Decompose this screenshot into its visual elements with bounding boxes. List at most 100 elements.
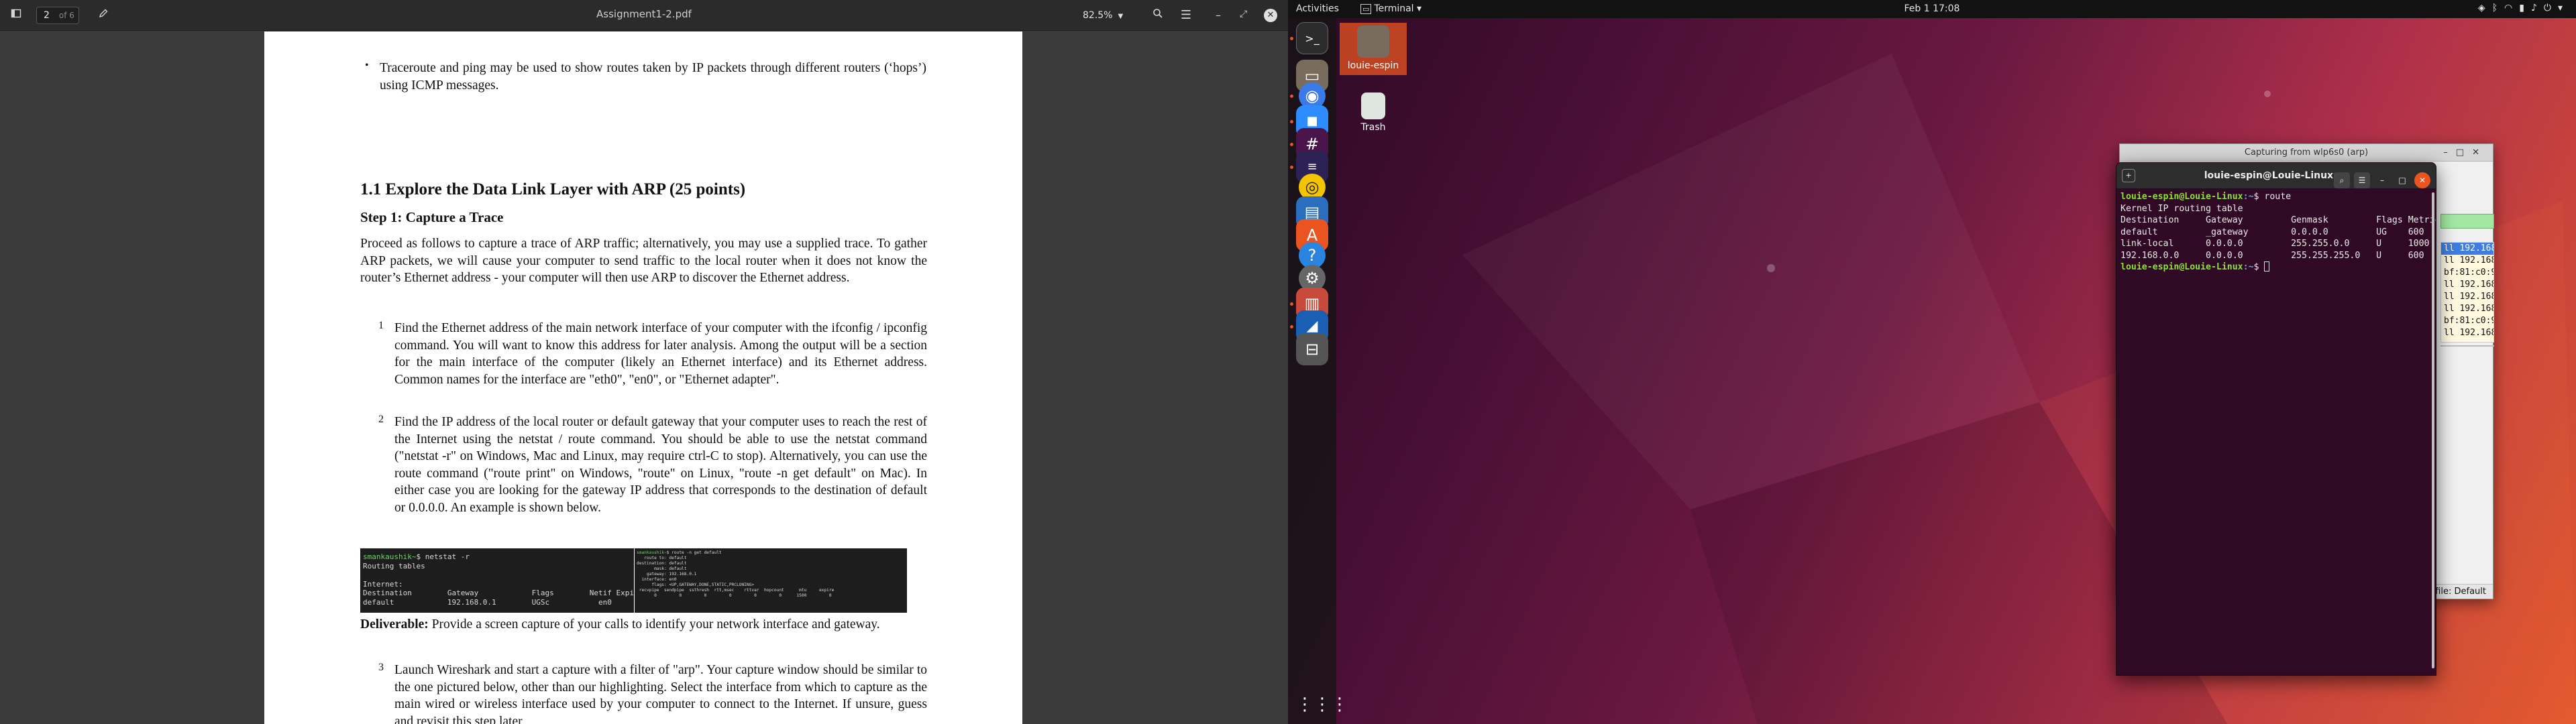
shot-prompt: smankaushik~	[637, 550, 667, 555]
display-filter-bar[interactable]	[2440, 214, 2494, 229]
deliverable-text: Provide a screen capture of your calls t…	[431, 617, 880, 631]
shot-line: destination: default	[637, 561, 687, 566]
pane-divider[interactable]	[2440, 345, 2494, 347]
show-apps-grid-icon[interactable]: ⋮⋮⋮	[1296, 688, 1348, 721]
packet-row[interactable]: ll 192.168.0.10	[2441, 243, 2493, 255]
running-indicator	[1290, 166, 1293, 169]
zoom-level: 82.5%	[1083, 10, 1113, 21]
menu-icon[interactable]: ☰	[1177, 6, 1195, 25]
list-item-1-text: Find the Ethernet address of the main ne…	[394, 321, 927, 387]
clock[interactable]: Feb 1 17:08	[1288, 3, 2576, 14]
volume-icon: ♪	[2530, 3, 2544, 13]
output-line: Destination Gateway Genmask Flags Metric…	[2121, 215, 2436, 225]
close-icon[interactable]: ✕	[2472, 147, 2487, 158]
packet-row[interactable]: bf:81:c0:9f	[2441, 267, 2493, 279]
bullet-icon: •	[365, 60, 369, 71]
prompt-path: :~	[2243, 192, 2254, 202]
shot-line: default 192.168.0.1 UGSc en0	[363, 597, 612, 607]
dock: >_ ▭ ◉ ■ # ≡ ◎ ▤ A ? ⚙ ▥ ◢ ⊟ ⋮⋮⋮	[1288, 18, 1348, 724]
packet-row[interactable]: ll 192.168.0.1	[2441, 279, 2493, 291]
deliverable-label: Deliverable:	[360, 617, 429, 631]
wireshark-titlebar: Capturing from wlp6s0 (arp) –□✕	[2120, 144, 2493, 162]
shot-line: interface: en0	[637, 577, 677, 582]
chevron-down-icon: ▾	[2557, 3, 2569, 13]
shot-line: 0 0 0 0 0 0 1500 0	[637, 593, 832, 598]
command-text: $	[2253, 262, 2265, 272]
output-line: 192.168.0.0 0.0.0.0 255.255.255.0 U 600 …	[2121, 250, 2424, 261]
shot-command: $ route -n get default	[666, 550, 722, 555]
list-item-3-text: Launch Wireshark and start a capture wit…	[394, 663, 927, 724]
bluetooth-icon: ᛒ	[2491, 3, 2505, 13]
list-item-1: 1 Find the Ethernet address of the main …	[378, 320, 927, 388]
shot-line: Internet:	[363, 579, 403, 589]
minimize-icon[interactable]: –	[2374, 172, 2390, 188]
intro-paragraph: Proceed as follows to capture a trace of…	[360, 235, 927, 287]
viewer-headerbar: 2 of 6 Assignment1-2.pdf 82.5% ▼ ☰ – ⤢ ✕	[0, 0, 1288, 31]
top-bar: Activities ▭ Terminal ▾ Feb 1 17:08 ◈ᛒ◠▮♪…	[1288, 0, 2576, 18]
command-text: $ route	[2253, 192, 2292, 202]
terminal-title: louie-espin@Louie-Linux: ~	[2204, 170, 2349, 181]
power-icon: ⏻	[2543, 3, 2558, 13]
list-number: 3	[378, 662, 384, 673]
section-title: 1.1 Explore the Data Link Layer with ARP…	[360, 180, 746, 198]
close-icon[interactable]: ✕	[1264, 9, 1277, 22]
list-item-2: 2 Find the IP address of the local route…	[378, 414, 927, 516]
output-line: Kernel IP routing table	[2121, 203, 2243, 214]
prompt-user-host: louie-espin@Louie-Linux	[2121, 262, 2243, 272]
step-title: Step 1: Capture a Trace	[360, 209, 504, 225]
restore-icon[interactable]: ⤢	[1240, 9, 1247, 19]
zoom-dropdown[interactable]: 82.5% ▼	[1083, 7, 1136, 24]
menu-icon[interactable]: ☰	[2354, 172, 2370, 188]
intro-text: Proceed as follows to capture a trace of…	[360, 237, 927, 285]
packet-row[interactable]: ll 192.168.0.7	[2441, 327, 2493, 339]
trash-icon	[1361, 93, 1385, 119]
terminal-output[interactable]: louie-espin@Louie-Linux :~$ route Kernel I…	[2116, 188, 2436, 276]
packet-row[interactable]: ll 192.168.0.29	[2441, 303, 2493, 315]
trash-desktop-icon[interactable]: Trash	[1340, 93, 1407, 133]
bullet-item: • Traceroute and ping may be used to sho…	[365, 60, 926, 94]
netstat-example-image: smankaushik~$ netstat -r Routing tables …	[360, 548, 634, 613]
battery-icon: ▮	[2519, 3, 2531, 13]
dropbox-icon: ◈	[2477, 3, 2492, 13]
terminal-cursor	[2264, 261, 2270, 272]
packet-row[interactable]: ll 192.168.0.1	[2441, 291, 2493, 303]
running-indicator	[1290, 120, 1293, 123]
shot-prompt: smankaushik~	[363, 552, 417, 561]
route-example-image: smankaushik~$ route -n get default route…	[635, 548, 907, 613]
shot-command: $ netstat -r	[416, 552, 470, 561]
running-indicator	[1290, 302, 1293, 306]
shot-line: mask: default	[637, 566, 687, 571]
terminal-scrollbar[interactable]	[2432, 192, 2434, 668]
output-line: default _gateway 0.0.0.0 UG 600 0 0 wlp6…	[2121, 227, 2424, 237]
minimize-icon[interactable]: –	[2443, 147, 2456, 158]
terminal-window[interactable]: + louie-espin@Louie-Linux: ~ ⌕ ☰ – □ ✕ louie…	[2116, 162, 2436, 676]
document-viewer-window: 2 of 6 Assignment1-2.pdf 82.5% ▼ ☰ – ⤢ ✕ •…	[0, 0, 1288, 724]
home-folder-label: louie-espin	[1347, 60, 1399, 71]
output-line: link-local 0.0.0.0 255.255.0.0 U 1000 0 …	[2121, 239, 2430, 249]
minimize-icon[interactable]: –	[1216, 9, 1221, 21]
home-folder-desktop-icon[interactable]: louie-espin	[1340, 23, 1407, 75]
system-tray[interactable]: ◈ᛒ◠▮♪⏻▾	[2478, 3, 2569, 13]
list-item-2-text: Find the IP address of the local router …	[394, 415, 927, 515]
wifi-icon: ◠	[2504, 3, 2520, 13]
maximize-icon[interactable]: □	[2394, 172, 2410, 188]
wireshark-window-controls[interactable]: –□✕	[2443, 144, 2487, 162]
shot-line: gateway: 192.168.0.1	[637, 572, 697, 577]
wireshark-title: Capturing from wlp6s0 (arp)	[2244, 147, 2369, 158]
terminal-icon[interactable]: >_	[1296, 22, 1328, 54]
usb-drive-icon[interactable]: ⊟	[1296, 333, 1328, 365]
close-icon[interactable]: ✕	[2414, 172, 2430, 188]
search-icon[interactable]: ⌕	[2334, 172, 2350, 188]
packet-list[interactable]: ll 192.168.0.10 ll 192.168.0.10 bf:81:c0…	[2440, 242, 2494, 343]
packet-row[interactable]: bf:81:c0:9f	[2441, 315, 2493, 327]
maximize-icon[interactable]: □	[2456, 147, 2472, 158]
terminal-titlebar: + louie-espin@Louie-Linux: ~ ⌕ ☰ – □ ✕	[2116, 163, 2436, 188]
search-icon[interactable]	[1148, 6, 1167, 25]
bullet-text: Traceroute and ping may be used to show …	[380, 61, 926, 93]
packet-row[interactable]: ll 192.168.0.10	[2441, 255, 2493, 267]
deliverable-paragraph: Deliverable: Provide a screen capture of…	[360, 616, 927, 634]
running-indicator	[1290, 95, 1293, 98]
list-number: 1	[378, 320, 384, 331]
chevron-down-icon: ▼	[1118, 13, 1124, 20]
new-tab-icon[interactable]: +	[2122, 169, 2135, 182]
